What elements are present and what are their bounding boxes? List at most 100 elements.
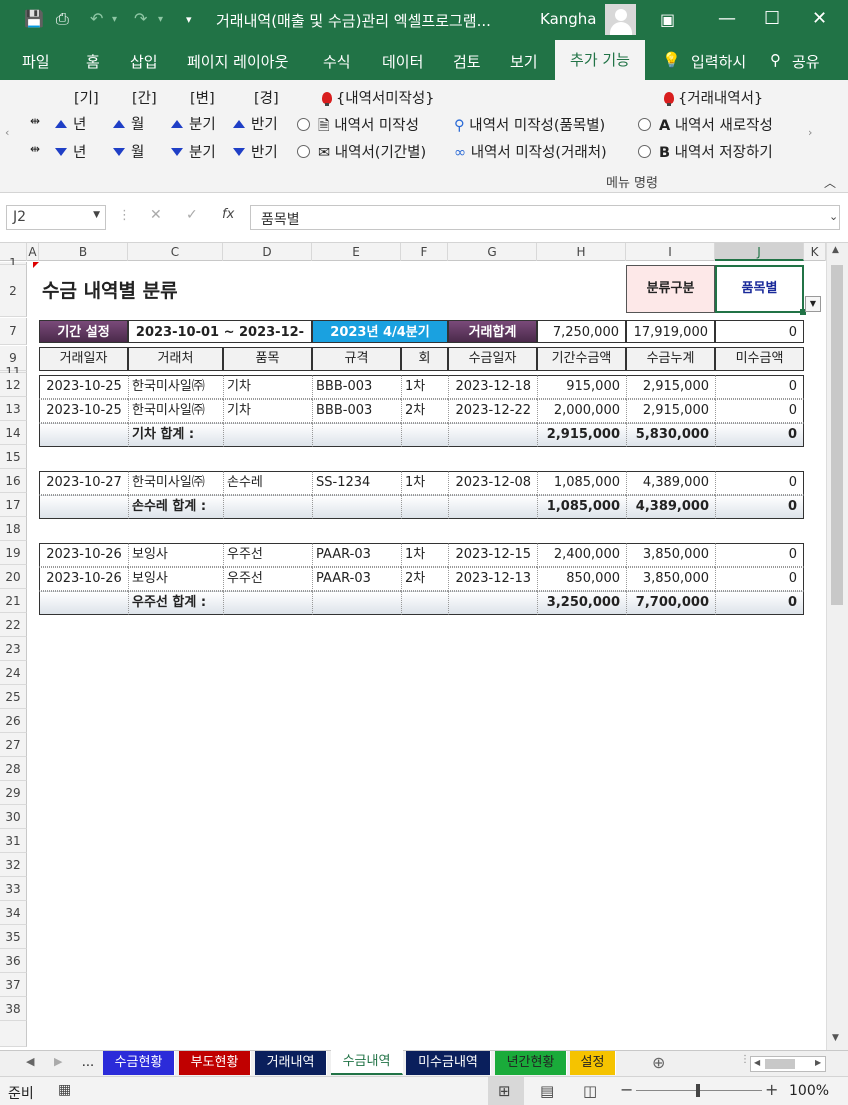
row-header[interactable]: 33 [0,877,27,901]
class-value-cell[interactable]: 품목별 [715,265,804,313]
column-header[interactable]: A [27,243,39,261]
share-icon[interactable]: ⚲ [770,51,781,69]
tell-me-input[interactable]: 입력하시 [691,51,746,72]
ribbon-scroll-right-icon[interactable]: › [808,126,812,139]
row-header[interactable]: 18 [0,517,27,541]
ribbon-display-icon[interactable]: ▣ [660,10,675,29]
chevron-down-icon[interactable]: ▼ [93,210,100,220]
sheet-tab[interactable]: 수금내역 [331,1050,403,1075]
zoom-level[interactable]: 100% [789,1083,829,1099]
row-header[interactable]: 28 [0,757,27,781]
scroll-left-icon[interactable]: ◀ [754,1058,760,1067]
unwritten-client-button[interactable]: ∞ 내역서 미작성(거래처) [454,141,607,162]
name-box[interactable]: J2 ▼ [6,205,106,230]
redo-icon[interactable]: ↷ [134,9,147,28]
more-sheets-button[interactable]: ... [76,1051,100,1075]
row-header[interactable]: 38 [0,997,27,1021]
undo-dropdown-icon[interactable]: ▾ [112,14,117,25]
scroll-down-icon[interactable]: ▼ [832,1033,839,1043]
row-header[interactable]: 26 [0,709,27,733]
quarter-up-button[interactable]: 분기 [171,113,216,134]
dropdown-arrow-icon[interactable]: ▼ [805,296,821,312]
sheet-tab[interactable]: 미수금내역 [406,1051,491,1075]
sheet-tab[interactable]: 년간현황 [495,1051,567,1075]
half-up-button[interactable]: 반기 [233,113,278,134]
scroll-thumb[interactable] [831,265,843,605]
row-header[interactable]: 23 [0,637,27,661]
sheet-tab[interactable]: 설정 [570,1051,616,1075]
scroll-up-icon[interactable]: ▲ [832,245,839,255]
row-header[interactable]: 21 [0,589,27,613]
row-header[interactable]: 17 [0,493,27,517]
row-header[interactable]: 15 [0,445,27,469]
row-header[interactable]: 25 [0,685,27,709]
sheet-tab[interactable]: 수금현황 [103,1051,175,1075]
row-header[interactable]: 31 [0,829,27,853]
column-header[interactable]: K [804,243,826,261]
row-header[interactable]: 22 [0,613,27,637]
column-header[interactable]: H [537,243,626,261]
tab-share[interactable]: 공유 [792,51,820,72]
quarter-down-button[interactable]: 분기 [171,141,216,162]
row-header[interactable]: 32 [0,853,27,877]
tab-data[interactable]: 데이터 [382,51,423,72]
print-preview-icon[interactable]: ⎙ [56,9,69,29]
tab-insert[interactable]: 삽입 [130,51,158,72]
function-icon[interactable]: fx [222,207,234,222]
undo-icon[interactable]: ↶ [90,9,103,28]
month-up-button[interactable]: 월 [113,113,144,134]
column-header[interactable]: F [401,243,448,261]
maximize-icon[interactable]: ☐ [764,8,780,29]
month-down-button[interactable]: 월 [113,141,144,162]
column-header[interactable]: I [626,243,715,261]
row-header[interactable]: 12 [0,373,27,397]
scroll-right-icon[interactable]: ▶ [815,1058,821,1067]
row-header[interactable]: 24 [0,661,27,685]
column-header[interactable]: D [223,243,312,261]
column-header[interactable]: E [312,243,401,261]
enter-icon[interactable]: ✓ [186,207,198,223]
column-header[interactable]: C [128,243,223,261]
cancel-icon[interactable]: ✕ [150,207,162,223]
page-layout-view-icon[interactable]: ▤ [540,1082,554,1100]
unwritten-item-button[interactable]: ⚲ 내역서 미작성(품목별) [454,114,605,135]
column-header[interactable]: B [39,243,128,261]
invoice-period-button[interactable]: ✉ 내역서(기간별) [297,141,426,162]
save-icon[interactable]: 💾 [24,9,44,28]
year-down-button[interactable]: 년 [55,141,86,162]
prev-sheet-icon[interactable]: ◀ [26,1055,34,1068]
macro-record-icon[interactable]: ▦ [58,1082,71,1098]
row-header[interactable]: 37 [0,973,27,997]
minimize-icon[interactable]: — [718,8,736,29]
year-up-button[interactable]: 년 [55,113,86,134]
tab-home[interactable]: 홈 [86,51,100,72]
row-header[interactable]: 14 [0,421,27,445]
new-invoice-button[interactable]: A 내역서 새로작성 [638,114,773,135]
vertical-scrollbar[interactable]: ▲ ▼ [826,243,848,1050]
row-header[interactable]: 36 [0,949,27,973]
tab-page-layout[interactable]: 페이지 레이아웃 [187,51,288,72]
half-down-button[interactable]: 반기 [233,141,278,162]
row-header[interactable]: 35 [0,925,27,949]
zoom-slider-thumb[interactable] [696,1084,700,1097]
row-header[interactable] [0,1021,27,1047]
zoom-out-icon[interactable]: − [620,1080,633,1099]
row-header[interactable]: 7 [0,318,27,345]
row-header[interactable]: 34 [0,901,27,925]
unwritten-button[interactable]: 🗎 내역서 미작성 [297,114,419,140]
zoom-in-icon[interactable]: + [765,1080,778,1099]
customize-toolbar-icon[interactable]: ▾ [186,13,192,26]
ribbon-scroll-left-icon[interactable]: ‹ [5,126,9,139]
tab-review[interactable]: 검토 [453,51,481,72]
horizontal-scrollbar[interactable]: ◀ ▶ [750,1056,826,1072]
row-header[interactable]: 20 [0,565,27,589]
row-header[interactable]: 13 [0,397,27,421]
page-break-view-icon[interactable]: ◫ [583,1082,597,1100]
expand-formula-icon[interactable]: ⌄ [829,210,838,223]
close-icon[interactable]: ✕ [812,8,827,29]
tab-formulas[interactable]: 수식 [323,51,351,72]
add-sheet-icon[interactable]: ⊕ [652,1053,665,1072]
row-header[interactable]: 16 [0,469,27,493]
column-header-selected[interactable]: J [715,243,804,261]
row-header[interactable]: 30 [0,805,27,829]
